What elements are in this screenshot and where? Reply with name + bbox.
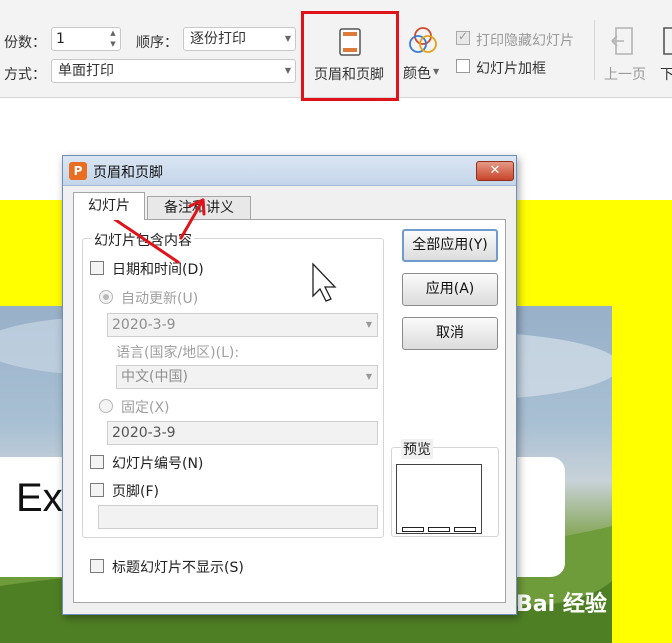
- group-title: 幻灯片包含内容: [92, 230, 194, 250]
- header-footer-icon: [339, 28, 361, 56]
- slide-frame-checkbox[interactable]: [456, 59, 470, 73]
- next-page-label: 下: [660, 67, 672, 83]
- watermark-text: Bai 经验: [516, 592, 607, 617]
- toolbar-separator: [594, 20, 595, 80]
- auto-date-select[interactable]: 2020-3-9 ▼: [107, 313, 378, 337]
- chevron-down-icon: ▼: [365, 372, 372, 381]
- apply-all-button[interactable]: 全部应用(Y): [402, 229, 498, 262]
- auto-update-radio[interactable]: [99, 290, 113, 304]
- mode-label: 方式：: [4, 67, 46, 83]
- language-value: 中文(中国): [121, 369, 188, 385]
- next-page-button[interactable]: 下: [656, 24, 672, 84]
- copies-input[interactable]: 1 ▲ ▼: [51, 27, 121, 51]
- fixed-date-radio[interactable]: [99, 399, 113, 413]
- fixed-date-value: 2020-3-9: [112, 425, 176, 441]
- baidu-watermark: Bai 经验: [516, 580, 666, 630]
- order-value: 逐份打印: [190, 31, 246, 47]
- copies-value: 1: [56, 31, 65, 47]
- color-label: 颜色: [403, 66, 431, 82]
- hide-on-title-slide-checkbox[interactable]: [90, 559, 104, 573]
- language-select[interactable]: 中文(中国) ▼: [116, 365, 378, 389]
- copies-label: 份数：: [4, 35, 46, 51]
- close-icon: ✕: [489, 163, 501, 178]
- dialog-title: 页眉和页脚: [93, 165, 163, 181]
- header-footer-button[interactable]: 页眉和页脚: [301, 11, 399, 101]
- cancel-button[interactable]: 取消: [402, 317, 498, 350]
- color-circles-icon: [409, 27, 437, 53]
- header-footer-label: 页眉和页脚: [314, 67, 384, 83]
- chevron-down-icon: ▼: [284, 66, 291, 75]
- prev-page-button[interactable]: 上一页: [602, 24, 650, 84]
- hide-on-title-slide-label: 标题幻灯片不显示(S): [112, 560, 244, 576]
- app-logo-icon: P: [69, 162, 87, 180]
- footer-label: 页脚(F): [112, 484, 159, 500]
- dialog-title-bar[interactable]: P 页眉和页脚 ✕: [63, 156, 516, 186]
- prev-page-label: 上一页: [604, 67, 646, 83]
- header-footer-dialog: P 页眉和页脚 ✕ 幻灯片 备注和讲义 幻灯片包含内容 日期和时间(D) 自动更…: [62, 155, 517, 615]
- stepper-down-icon[interactable]: ▼: [106, 39, 120, 50]
- preview-number-slot: [454, 527, 476, 532]
- slide-number-label: 幻灯片编号(N): [112, 456, 204, 472]
- chevron-down-icon: ▼: [365, 320, 372, 329]
- preview-thumbnail: [396, 464, 482, 534]
- auto-update-label: 自动更新(U): [121, 291, 199, 307]
- order-select[interactable]: 逐份打印 ▼: [183, 27, 296, 51]
- stepper-up-icon[interactable]: ▲: [106, 28, 120, 39]
- close-button[interactable]: ✕: [476, 161, 514, 181]
- chevron-down-icon: ▼: [433, 67, 440, 76]
- print-hidden-label: 打印隐藏幻灯片: [476, 33, 574, 49]
- prev-page-icon: [611, 27, 633, 55]
- footer-input[interactable]: [98, 505, 378, 529]
- mode-select[interactable]: 单面打印 ▼: [51, 59, 296, 83]
- checkmark-icon: ✓: [458, 29, 469, 43]
- apply-button[interactable]: 应用(A): [402, 273, 498, 306]
- fixed-date-input[interactable]: 2020-3-9: [107, 421, 378, 445]
- auto-date-value: 2020-3-9: [112, 317, 176, 333]
- fixed-date-label: 固定(X): [121, 400, 170, 416]
- preview-date-slot: [402, 527, 424, 532]
- chevron-down-icon: ▼: [284, 34, 291, 43]
- preview-footer-slot: [428, 527, 450, 532]
- color-button[interactable]: 颜色 ▼: [403, 25, 447, 85]
- copies-stepper[interactable]: ▲ ▼: [106, 28, 120, 50]
- print-hidden-checkbox[interactable]: ✓: [456, 29, 470, 45]
- next-page-icon: [663, 27, 672, 55]
- footer-checkbox[interactable]: [90, 483, 104, 497]
- tab-notes-handouts[interactable]: 备注和讲义: [147, 196, 251, 220]
- print-toolbar: 份数： 1 ▲ ▼ 顺序： 逐份打印 ▼ 方式： 单面打印 ▼ 页眉和页脚 颜色…: [0, 0, 672, 101]
- language-label: 语言(国家/地区)(L):: [116, 345, 240, 361]
- slide-frame-label: 幻灯片加框: [476, 61, 546, 77]
- preview-label: 预览: [401, 439, 433, 459]
- order-label: 顺序：: [136, 35, 178, 51]
- mode-value: 单面打印: [58, 63, 114, 79]
- date-time-label: 日期和时间(D): [112, 262, 204, 278]
- tab-slides[interactable]: 幻灯片: [73, 192, 145, 220]
- slide-number-checkbox[interactable]: [90, 455, 104, 469]
- date-time-checkbox[interactable]: [90, 261, 104, 275]
